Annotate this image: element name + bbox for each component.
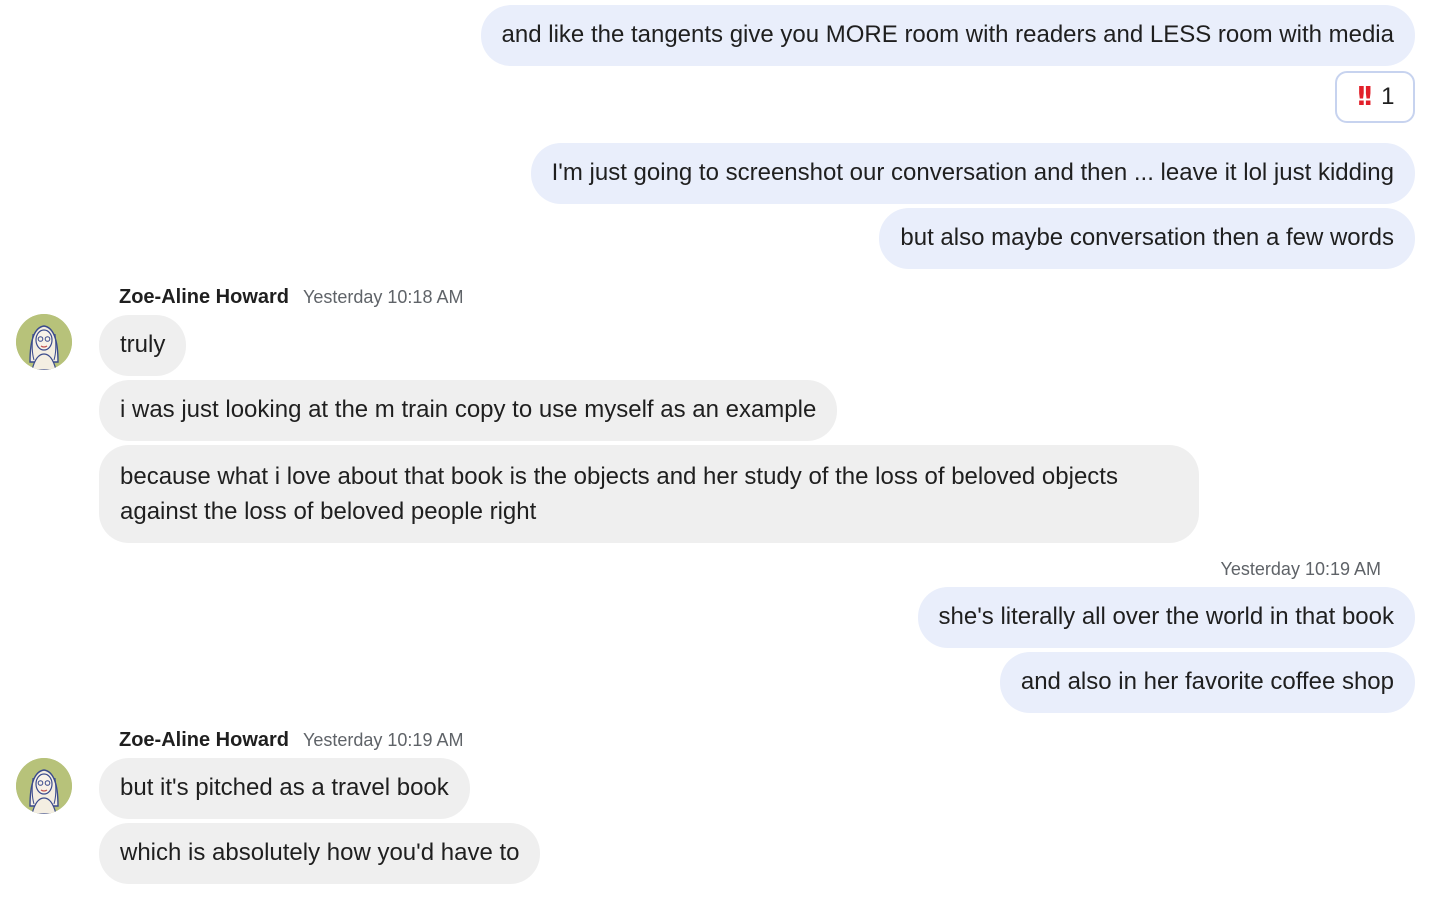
incoming-message[interactable]: but it's pitched as a travel book bbox=[99, 758, 470, 819]
message-text: and like the tangents give you MORE room… bbox=[501, 21, 1394, 48]
message-header: Zoe-Aline Howard Yesterday 10:19 AM bbox=[119, 729, 463, 752]
reaction-count: 1 bbox=[1381, 83, 1395, 110]
outgoing-message[interactable]: and also in her favorite coffee shop bbox=[999, 652, 1415, 713]
message-text: she's literally all over the world in th… bbox=[938, 603, 1394, 630]
avatar-portrait-icon bbox=[16, 314, 72, 370]
message-text: I'm just going to screenshot our convers… bbox=[551, 159, 1394, 186]
message-text: because what i love about that book is t… bbox=[120, 463, 1118, 525]
message-text: which is absolutely how you'd have to bbox=[120, 839, 520, 866]
message-text: but it's pitched as a travel book bbox=[120, 774, 449, 801]
outgoing-message[interactable]: but also maybe conversation then a few w… bbox=[879, 208, 1415, 269]
outgoing-message[interactable]: she's literally all over the world in th… bbox=[917, 587, 1415, 648]
message-text: truly bbox=[120, 331, 166, 358]
message-text: but also maybe conversation then a few w… bbox=[900, 224, 1394, 251]
sender-name: Zoe-Aline Howard bbox=[119, 729, 290, 751]
avatar[interactable] bbox=[16, 758, 72, 814]
message-timestamp: Yesterday 10:19 AM bbox=[303, 730, 464, 750]
incoming-message[interactable]: i was just looking at the m train copy t… bbox=[99, 380, 838, 441]
message-text: i was just looking at the m train copy t… bbox=[120, 396, 817, 423]
avatar-portrait-icon bbox=[16, 758, 72, 814]
chat-thread: and like the tangents give you MORE room… bbox=[0, 0, 1456, 904]
incoming-message[interactable]: because what i love about that book is t… bbox=[99, 445, 1199, 543]
avatar[interactable] bbox=[16, 314, 72, 370]
outgoing-message[interactable]: I'm just going to screenshot our convers… bbox=[530, 143, 1415, 204]
reaction-chip[interactable]: !! 1 bbox=[1335, 71, 1415, 123]
message-timestamp: Yesterday 10:18 AM bbox=[303, 287, 464, 307]
double-exclamation-icon: !! bbox=[1355, 82, 1374, 112]
outgoing-message[interactable]: and like the tangents give you MORE room… bbox=[480, 5, 1415, 66]
message-text: and also in her favorite coffee shop bbox=[1020, 668, 1394, 695]
incoming-message[interactable]: truly bbox=[99, 315, 187, 376]
message-header: Zoe-Aline Howard Yesterday 10:18 AM bbox=[119, 286, 463, 309]
message-timestamp: Yesterday 10:19 AM bbox=[1220, 559, 1381, 579]
sender-name: Zoe-Aline Howard bbox=[119, 286, 290, 308]
incoming-message[interactable]: which is absolutely how you'd have to bbox=[99, 823, 541, 884]
